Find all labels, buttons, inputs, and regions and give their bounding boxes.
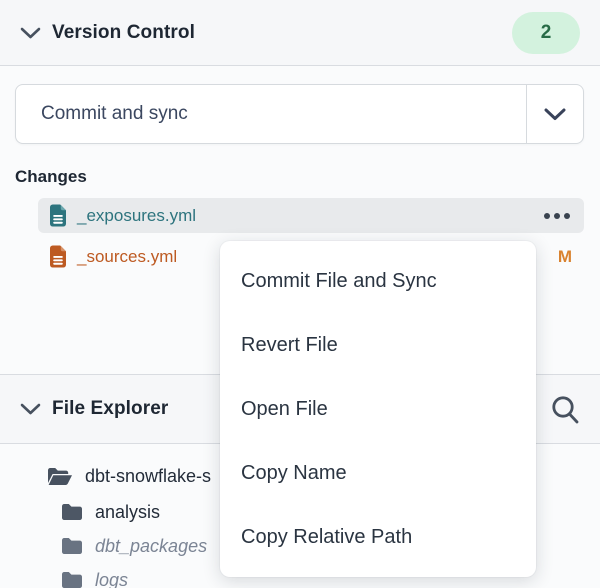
menu-item-revert-file[interactable]: Revert File bbox=[220, 313, 536, 377]
changes-section-label: Changes bbox=[15, 167, 87, 187]
tree-item-project-root[interactable]: dbt-snowflake-s bbox=[47, 459, 211, 493]
changed-file-row-exposures[interactable]: _exposures.yml bbox=[38, 198, 584, 233]
tree-item-label: dbt_packages bbox=[95, 536, 207, 557]
chevron-down-icon[interactable] bbox=[20, 403, 41, 415]
tree-item-dbt-packages[interactable]: dbt_packages bbox=[61, 529, 207, 563]
commit-dropdown-toggle[interactable] bbox=[527, 85, 583, 143]
file-context-menu: Commit File and Sync Revert File Open Fi… bbox=[220, 241, 536, 577]
file-explorer-title: File Explorer bbox=[52, 398, 168, 420]
folder-open-icon bbox=[47, 467, 73, 486]
modified-status-badge: M bbox=[558, 247, 572, 267]
changes-count-badge: 2 bbox=[512, 12, 580, 54]
chevron-down-icon[interactable] bbox=[20, 27, 41, 39]
menu-item-copy-name[interactable]: Copy Name bbox=[220, 441, 536, 505]
tree-item-label: dbt-snowflake-s bbox=[85, 466, 211, 487]
tree-item-label: logs bbox=[95, 570, 128, 588]
folder-icon bbox=[61, 503, 83, 521]
commit-dropdown[interactable]: Commit and sync bbox=[15, 84, 584, 144]
yml-file-icon bbox=[48, 204, 68, 227]
folder-icon bbox=[61, 537, 83, 555]
changed-file-name: _exposures.yml bbox=[77, 206, 196, 226]
menu-item-open-file[interactable]: Open File bbox=[220, 377, 536, 441]
version-control-title: Version Control bbox=[52, 22, 195, 44]
chevron-down-icon bbox=[544, 108, 566, 121]
version-control-header[interactable]: Version Control 2 bbox=[0, 0, 600, 66]
commit-button-label: Commit and sync bbox=[41, 103, 188, 125]
ide-side-panel: Version Control 2 Commit and sync Change… bbox=[0, 0, 600, 588]
menu-item-commit-file-and-sync[interactable]: Commit File and Sync bbox=[220, 249, 536, 313]
search-icon[interactable] bbox=[550, 394, 580, 425]
commit-button[interactable]: Commit and sync bbox=[16, 85, 526, 143]
folder-icon bbox=[61, 571, 83, 588]
more-options-button[interactable] bbox=[542, 207, 572, 225]
changed-file-name: _sources.yml bbox=[77, 247, 177, 267]
tree-item-label: analysis bbox=[95, 502, 160, 523]
tree-item-analysis[interactable]: analysis bbox=[61, 495, 160, 529]
tree-item-logs[interactable]: logs bbox=[61, 563, 128, 588]
yml-file-icon bbox=[48, 245, 68, 268]
menu-item-copy-relative-path[interactable]: Copy Relative Path bbox=[220, 505, 536, 569]
